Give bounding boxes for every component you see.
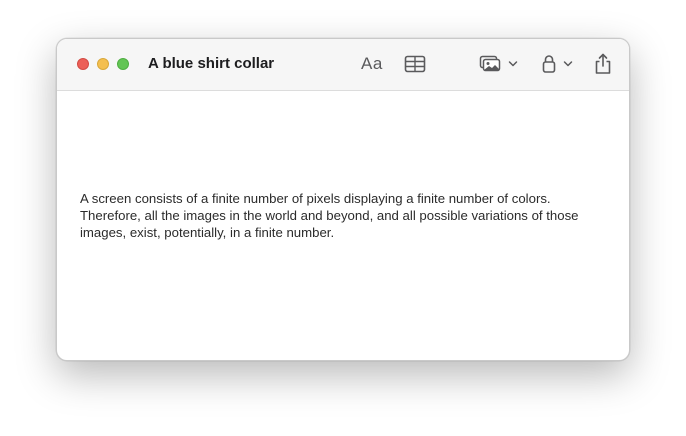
lock-icon xyxy=(542,55,556,73)
format-icon: Aa xyxy=(361,54,383,73)
share-icon xyxy=(595,53,611,74)
chevron-down-icon xyxy=(508,61,518,67)
zoom-button[interactable] xyxy=(117,58,129,70)
minimize-button[interactable] xyxy=(97,58,109,70)
table-button[interactable] xyxy=(404,52,426,76)
window-title: A blue shirt collar xyxy=(148,55,275,72)
title-bar: A blue shirt collar Aa xyxy=(57,39,629,91)
note-body[interactable]: A screen consists of a finite number of … xyxy=(80,190,612,241)
chevron-down-icon xyxy=(563,61,573,67)
table-icon xyxy=(404,55,426,73)
lock-button[interactable] xyxy=(542,52,574,76)
close-button[interactable] xyxy=(77,58,89,70)
notes-window: A blue shirt collar Aa A screen consists… xyxy=(56,38,630,361)
desktop: A blue shirt collar Aa A screen consists… xyxy=(0,0,686,436)
media-button[interactable] xyxy=(479,52,519,76)
media-icon xyxy=(479,55,501,72)
share-button[interactable] xyxy=(594,52,612,76)
format-button[interactable]: Aa xyxy=(361,52,383,76)
